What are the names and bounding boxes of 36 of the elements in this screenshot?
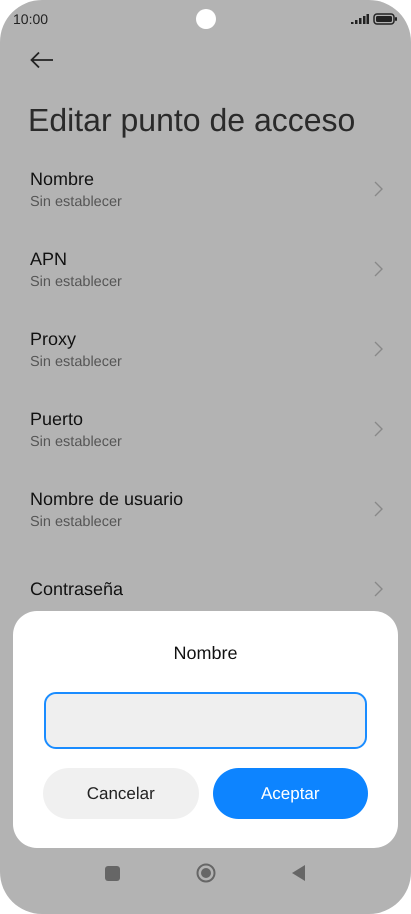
setting-value: Sin establecer	[30, 354, 123, 370]
cancel-button[interactable]: Cancelar	[43, 768, 198, 819]
camera-hole	[196, 9, 216, 29]
setting-label: Proxy	[30, 328, 78, 350]
setting-item[interactable]: Nombre de usuario Sin establecer	[0, 476, 411, 556]
home-icon[interactable]	[196, 863, 216, 883]
battery-icon	[373, 13, 398, 25]
setting-label: Contraseña	[30, 578, 124, 600]
setting-item[interactable]: APN Sin establecer	[0, 236, 411, 316]
page-title: Editar punto de acceso	[28, 101, 356, 140]
setting-item[interactable]: Puerto Sin establecer	[0, 396, 411, 476]
setting-value: Sin establecer	[30, 194, 123, 210]
accept-button[interactable]: Aceptar	[212, 768, 368, 819]
chevron-icon	[374, 261, 383, 277]
setting-item[interactable]: Proxy Sin establecer	[0, 316, 411, 396]
setting-label: Nombre de usuario	[30, 488, 184, 510]
setting-value: Sin establecer	[30, 514, 123, 530]
chevron-icon	[374, 341, 383, 357]
status-time: 10:00	[13, 11, 48, 27]
setting-item[interactable]: Contraseña	[0, 556, 411, 606]
chevron-icon	[374, 181, 383, 197]
recent-apps-icon[interactable]	[105, 866, 120, 880]
setting-value: Sin establecer	[30, 434, 123, 450]
input-field[interactable]	[44, 692, 367, 749]
chevron-icon	[374, 421, 383, 437]
setting-item[interactable]: Nombre Sin establecer	[0, 156, 411, 236]
chevron-icon	[374, 581, 383, 597]
setting-label: Nombre	[30, 168, 96, 190]
dialog-title: Nombre	[173, 643, 238, 664]
setting-label: Puerto	[30, 408, 84, 430]
setting-label: APN	[30, 248, 68, 270]
setting-value: Sin establecer	[30, 274, 123, 290]
back-arrow-icon[interactable]	[30, 51, 54, 69]
back-icon[interactable]	[292, 865, 306, 881]
signal-icon	[351, 14, 369, 24]
chevron-icon	[374, 501, 383, 517]
